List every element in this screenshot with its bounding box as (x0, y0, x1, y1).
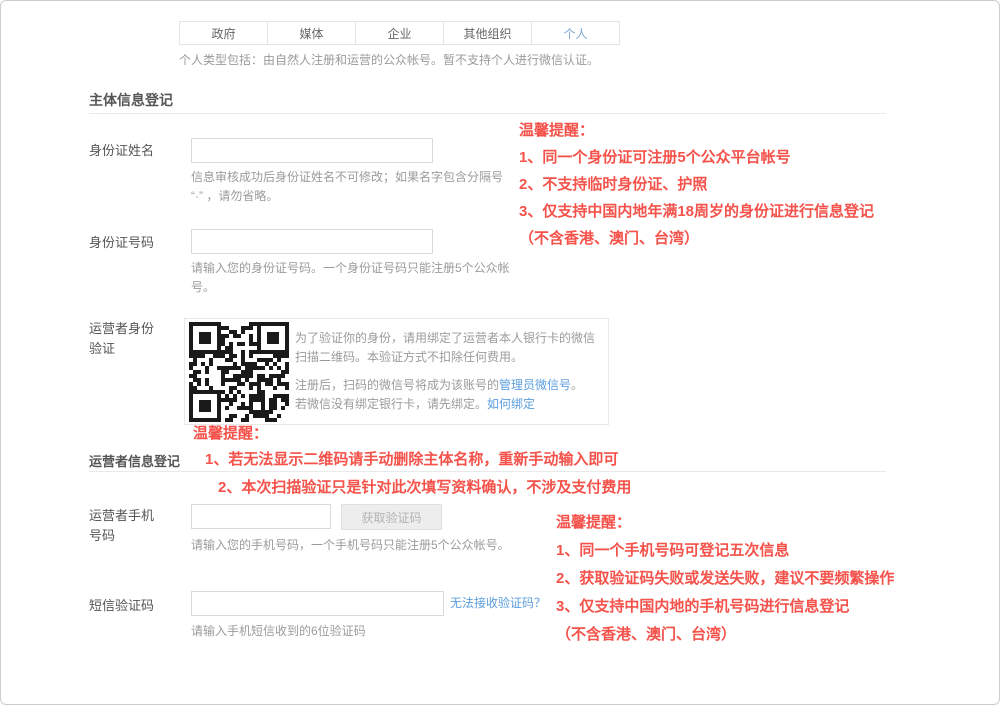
admin-wechat-link[interactable]: 管理员微信号 (499, 378, 571, 392)
tab-personal[interactable]: 个人 (531, 21, 620, 45)
verify-para2: 注册后，扫码的微信号将成为该账号的管理员微信号。若微信没有绑定银行卡，请先绑定。… (295, 376, 600, 414)
reminder2-line: 1、若无法显示二维码请手动删除主体名称，重新手动输入即可 (205, 448, 618, 469)
reminder3-line: 2、获取验证码失败或发送失败，建议不要频繁操作 (556, 567, 894, 588)
get-verification-code-button[interactable]: 获取验证码 (341, 504, 442, 530)
sms-code-help: 请输入手机短信收到的6位验证码 (191, 622, 366, 641)
operator-section-divider (89, 471, 886, 472)
reminder3-title: 温馨提醒： (556, 511, 631, 532)
id-name-input[interactable] (191, 138, 433, 163)
subject-section-title: 主体信息登记 (89, 90, 173, 110)
identity-verify-box: 为了验证你的身份，请用绑定了运营者本人银行卡的微信扫描二维码。本验证方式不扣除任… (184, 318, 609, 425)
phone-help: 请输入您的手机号码，一个手机号码只能注册5个公众帐号。 (191, 536, 513, 555)
id-number-label: 身份证号码 (89, 233, 189, 253)
tab-government[interactable]: 政府 (179, 21, 268, 45)
qr-code (189, 322, 289, 422)
sms-code-input[interactable] (191, 591, 444, 616)
registration-page: 政府 媒体 企业 其他组织 个人 个人类型包括：由自然人注册和运营的公众帐号。暂… (0, 0, 1000, 705)
reminder3-line: 1、同一个手机号码可登记五次信息 (556, 539, 789, 560)
reminder1-line: 1、同一个身份证可注册5个公众平台帐号 (519, 146, 791, 167)
identity-verify-label: 运营者身份 验证 (89, 319, 189, 359)
operator-section-title: 运营者信息登记 (89, 451, 180, 470)
id-number-help: 请输入您的身份证号码。一个身份证号码只能注册5个公众帐号。 (191, 259, 513, 297)
tab-other-organization[interactable]: 其他组织 (443, 21, 532, 45)
reminder1-line: 3、仅支持中国内地年满18周岁的身份证进行信息登记 (519, 200, 874, 221)
reminder2-line: 2、本次扫描验证只是针对此次填写资料确认，不涉及支付费用 (218, 476, 631, 497)
reminder1-line: （不含香港、澳门、台湾） (519, 227, 699, 248)
reminder3-line: 3、仅支持中国内地的手机号码进行信息登记 (556, 595, 849, 616)
id-number-input[interactable] (191, 229, 433, 254)
cannot-receive-code-link[interactable]: 无法接收验证码？ (450, 594, 546, 611)
account-type-tabs: 政府 媒体 企业 其他组织 个人 (179, 21, 620, 45)
reminder2-title: 温馨提醒： (193, 422, 268, 443)
verify-para2-text: 注册后，扫码的微信号将成为该账号的 (295, 378, 499, 392)
phone-label-line1: 运营者手机 (89, 508, 154, 523)
subject-section-divider (89, 113, 886, 114)
reminder1-title: 温馨提醒： (519, 119, 594, 140)
verify-para3-text: 若微信没有绑定银行卡，请先绑定。 (295, 397, 487, 411)
phone-label: 运营者手机 号码 (89, 506, 189, 546)
phone-input[interactable] (191, 504, 331, 529)
id-name-help: 信息审核成功后身份证姓名不可修改；如果名字包含分隔号 “·” ，请勿省略。 (191, 168, 513, 206)
verify-para2-suffix: 。 (571, 378, 583, 392)
tab-media[interactable]: 媒体 (267, 21, 356, 45)
tabs-caption: 个人类型包括：由自然人注册和运营的公众帐号。暂不支持个人进行微信认证。 (179, 51, 599, 68)
tab-enterprise[interactable]: 企业 (355, 21, 444, 45)
reminder1-line: 2、不支持临时身份证、护照 (519, 173, 707, 194)
how-to-bind-link[interactable]: 如何绑定 (487, 397, 535, 411)
id-name-label: 身份证姓名 (89, 141, 189, 161)
verify-para1: 为了验证你的身份，请用绑定了运营者本人银行卡的微信扫描二维码。本验证方式不扣除任… (295, 329, 600, 367)
identity-verify-label-line2: 验证 (89, 341, 115, 356)
reminder3-line: （不含香港、澳门、台湾） (556, 623, 736, 644)
sms-code-label: 短信验证码 (89, 596, 189, 616)
phone-label-line2: 号码 (89, 528, 115, 543)
identity-verify-description: 为了验证你的身份，请用绑定了运营者本人银行卡的微信扫描二维码。本验证方式不扣除任… (295, 329, 600, 414)
identity-verify-label-line1: 运营者身份 (89, 321, 154, 336)
